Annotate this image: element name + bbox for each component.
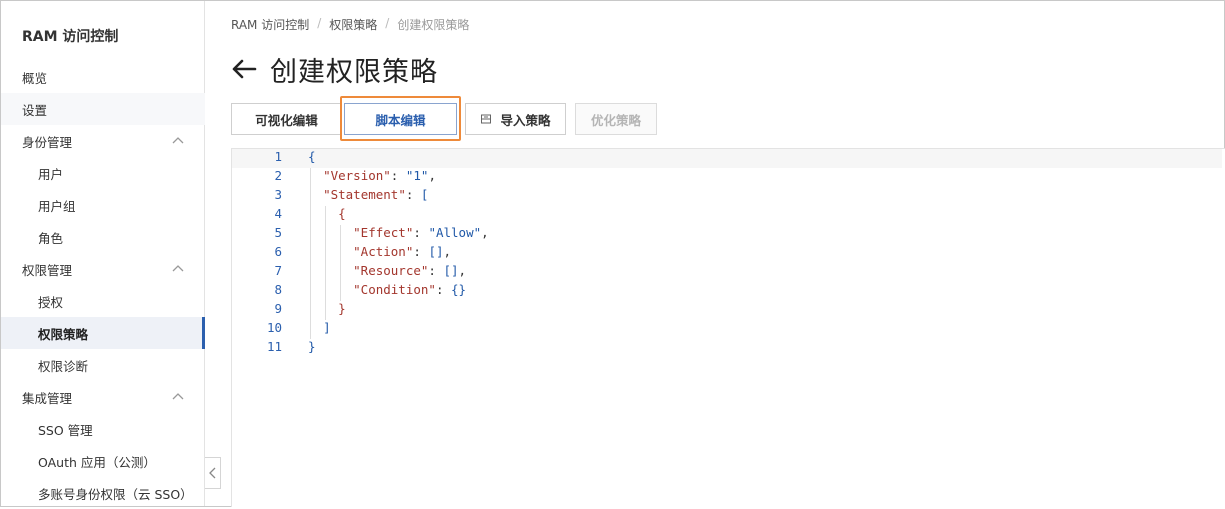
code-line: 7 "Resource": [], (232, 263, 1222, 282)
sidebar-item-label: 权限诊断 (38, 358, 89, 374)
sidebar-item-settings[interactable]: 设置 (1, 93, 205, 125)
line-number: 4 (274, 206, 282, 221)
code-text: "Effect": "Allow", (353, 225, 489, 240)
import-policy-button[interactable]: 导入策略 (465, 103, 566, 135)
code-text: "Resource": [], (353, 263, 467, 278)
sidebar-item-cloud-sso[interactable]: 多账号身份权限（云 SSO） (1, 477, 205, 509)
tab-label: 可视化编辑 (255, 112, 318, 128)
breadcrumb-item-current: 创建权限策略 (397, 18, 470, 32)
breadcrumb: RAM 访问控制 / 权限策略 / 创建权限策略 (231, 16, 469, 33)
tab-visual-editor[interactable]: 可视化编辑 (231, 103, 342, 135)
sidebar-collapse-button[interactable] (205, 457, 221, 489)
sidebar-title: RAM 访问控制 (22, 29, 119, 45)
line-number: 7 (274, 263, 282, 278)
sidebar-item-label: 权限策略 (38, 326, 89, 342)
breadcrumb-separator: / (317, 16, 322, 30)
chevron-up-icon (172, 393, 184, 400)
code-line: 10 ] (232, 320, 1222, 339)
sidebar-item-label: 概览 (22, 70, 48, 86)
sidebar-item-label: OAuth 应用（公测） (38, 454, 156, 470)
code-line: 6 "Action": [], (232, 244, 1222, 263)
code-text: } (338, 301, 346, 316)
chevron-up-icon (172, 265, 184, 272)
sidebar-group-identity[interactable]: 身份管理 (1, 125, 205, 157)
line-number: 5 (274, 225, 282, 240)
line-number: 8 (274, 282, 282, 297)
back-arrow-icon[interactable] (231, 58, 257, 80)
sidebar-item-label: 用户 (38, 166, 64, 182)
code-text: { (308, 149, 316, 164)
sidebar: RAM 访问控制 概览 设置 身份管理 用户 用户组 角色 权限管理 授权 权限… (1, 1, 205, 506)
code-text: ] (323, 320, 331, 335)
line-number: 11 (266, 339, 282, 354)
button-label: 优化策略 (590, 112, 641, 128)
sidebar-item-label: 用户组 (38, 198, 76, 214)
line-number: 9 (274, 301, 282, 316)
line-number: 10 (266, 320, 282, 335)
sidebar-item-policies[interactable]: 权限策略 (1, 317, 205, 349)
import-icon (481, 114, 492, 124)
code-line: 5 "Effect": "Allow", (232, 225, 1222, 244)
code-text: "Version": "1", (323, 168, 436, 183)
sidebar-item-grants[interactable]: 授权 (1, 285, 205, 317)
sidebar-group-integration[interactable]: 集成管理 (1, 381, 205, 413)
code-text: "Statement": [ (323, 187, 429, 202)
sidebar-item-diagnosis[interactable]: 权限诊断 (1, 349, 205, 381)
tab-label: 脚本编辑 (375, 112, 426, 128)
page-title: 创建权限策略 (270, 57, 438, 88)
chevron-up-icon (172, 137, 184, 144)
sidebar-item-overview[interactable]: 概览 (1, 61, 205, 93)
line-number: 1 (274, 149, 282, 164)
code-line: 1 { (232, 149, 1222, 168)
sidebar-item-sso[interactable]: SSO 管理 (1, 413, 205, 445)
tab-script-editor[interactable]: 脚本编辑 (344, 103, 457, 135)
code-text: } (308, 339, 316, 354)
code-text: { (338, 206, 346, 221)
code-line: 4 { (232, 206, 1222, 225)
sidebar-item-label: 集成管理 (22, 390, 73, 406)
sidebar-item-label: SSO 管理 (38, 422, 93, 438)
code-line: 11 } (232, 339, 1222, 358)
sidebar-item-users[interactable]: 用户 (1, 157, 205, 189)
code-line: 9 } (232, 301, 1222, 320)
sidebar-item-label: 权限管理 (22, 262, 73, 278)
sidebar-item-label: 多账号身份权限（云 SSO） (38, 486, 193, 502)
sidebar-item-label: 角色 (38, 230, 64, 246)
sidebar-item-label: 授权 (38, 294, 64, 310)
chevron-left-icon (208, 467, 215, 479)
breadcrumb-item-ram[interactable]: RAM 访问控制 (231, 16, 309, 33)
code-line: 8 "Condition": {} (232, 282, 1222, 301)
code-line: 3 "Statement": [ (232, 187, 1222, 206)
line-number: 3 (274, 187, 282, 202)
breadcrumb-separator: / (385, 16, 390, 30)
sidebar-item-label: 身份管理 (22, 134, 73, 150)
sidebar-item-user-groups[interactable]: 用户组 (1, 189, 205, 221)
code-line: 2 "Version": "1", (232, 168, 1222, 187)
code-text: "Condition": {} (353, 282, 467, 297)
sidebar-item-oauth[interactable]: OAuth 应用（公测） (1, 445, 205, 477)
button-label: 导入策略 (500, 112, 551, 128)
sidebar-item-roles[interactable]: 角色 (1, 221, 205, 253)
optimize-policy-button[interactable]: 优化策略 (575, 103, 657, 135)
sidebar-item-label: 设置 (22, 102, 48, 118)
breadcrumb-item-policies[interactable]: 权限策略 (329, 16, 377, 33)
line-number: 6 (274, 244, 282, 259)
code-editor[interactable]: 1 { 2 "Version": "1", 3 "Statement": [ 4… (231, 148, 1225, 507)
line-number: 2 (274, 168, 282, 183)
code-text: "Action": [], (353, 244, 452, 259)
sidebar-group-permissions[interactable]: 权限管理 (1, 253, 205, 285)
